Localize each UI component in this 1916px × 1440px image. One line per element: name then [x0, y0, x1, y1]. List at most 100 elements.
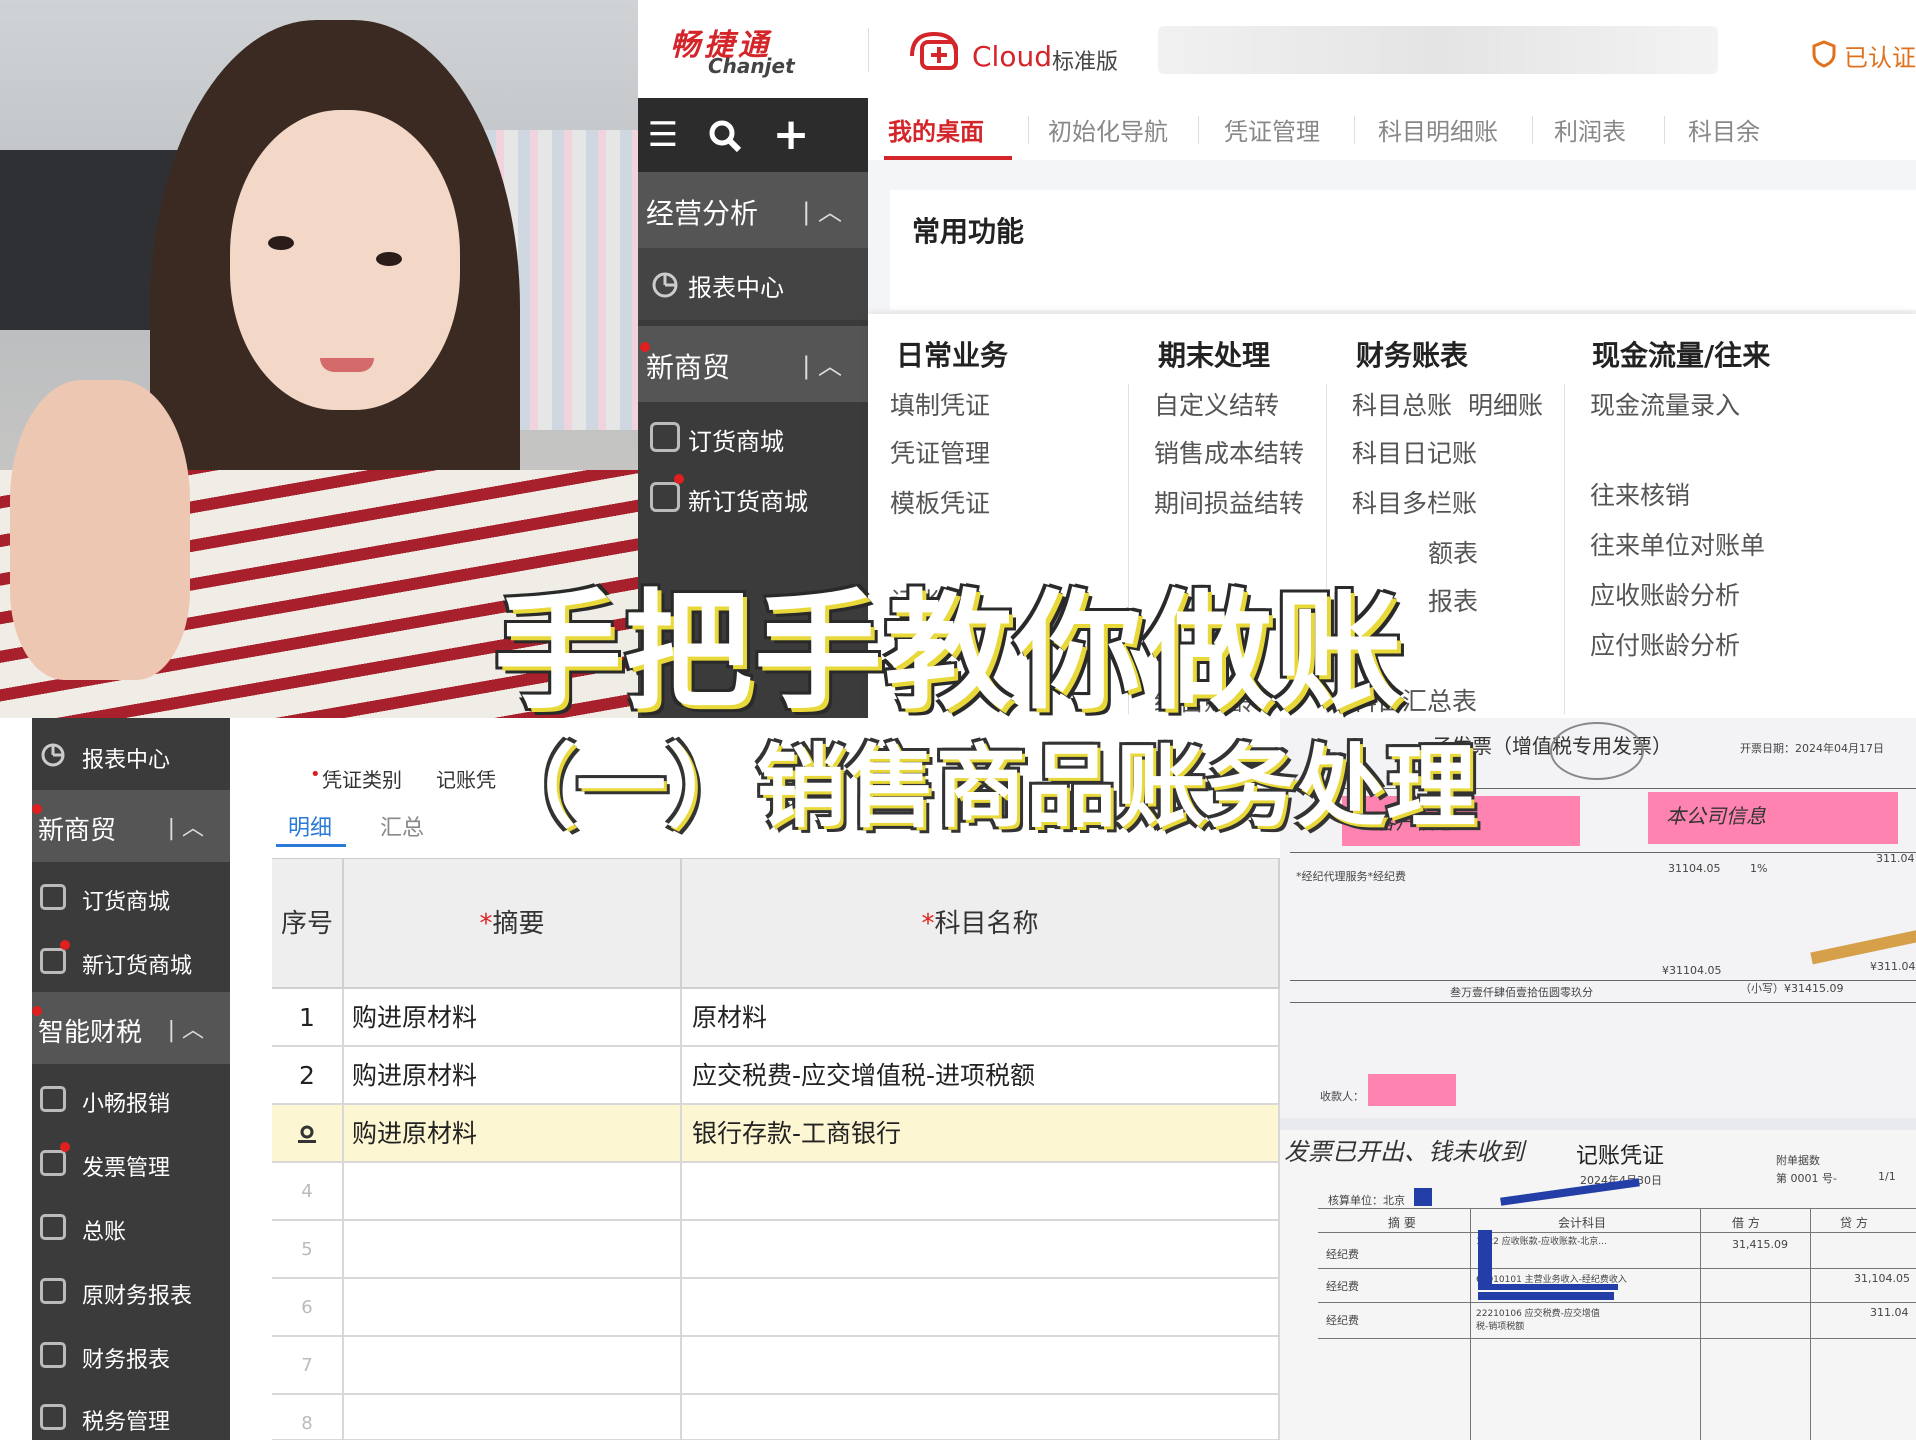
- column-header-summary: *摘要: [344, 859, 682, 989]
- accounting-voucher: 发票已开出、钱未收到 记账凭证 2024年4月30日 附单据数 第 0001 号…: [1280, 1130, 1916, 1440]
- brand-name-en: Chanjet: [708, 54, 795, 78]
- grid-icon: [40, 1086, 66, 1112]
- voucher-number: 第 0001 号-: [1776, 1172, 1837, 1185]
- sidebar-item-old-reports[interactable]: 原财务报表: [32, 1260, 230, 1324]
- section-label: 智能财税: [38, 1018, 143, 1048]
- sidebar-item-tax[interactable]: 税务管理: [32, 1386, 230, 1440]
- voucher-row-account: 1122 应收账款-应收账款-北京...: [1476, 1237, 1607, 1247]
- menu-item-journal[interactable]: 科目日记账: [1352, 434, 1477, 470]
- presenter-mouth: [320, 358, 374, 372]
- video-title: 手把手教你做账: [494, 578, 1405, 727]
- voucher-line: [1318, 1232, 1916, 1233]
- menu-column-title: 日常业务: [896, 339, 1009, 372]
- company-note: 本公司信息: [1666, 804, 1766, 828]
- menu-item-balance[interactable]: 额表: [1428, 534, 1478, 570]
- redaction-mark: [1478, 1284, 1618, 1290]
- account-cell[interactable]: [682, 1279, 1280, 1337]
- product-edition: 标准版: [1052, 50, 1119, 75]
- account-cell[interactable]: [682, 1337, 1280, 1395]
- account-cell[interactable]: [682, 1221, 1280, 1279]
- chevron-up-icon[interactable]: | ︿: [168, 810, 204, 842]
- row-number: 7: [272, 1337, 344, 1395]
- tab-my-desktop[interactable]: 我的桌面: [888, 112, 984, 147]
- menu-item-profit-loss-transfer[interactable]: 期间损益结转: [1154, 484, 1304, 520]
- chevron-up-icon[interactable]: | ︿: [168, 1012, 204, 1044]
- plus-icon[interactable]: +: [766, 112, 816, 158]
- section-new-commerce[interactable]: 新商贸 | ︿: [32, 790, 230, 862]
- menu-item-voucher-management[interactable]: 凭证管理: [890, 434, 990, 470]
- tab-summary[interactable]: 汇总: [380, 810, 424, 842]
- summary-cell[interactable]: 购进原材料: [344, 989, 682, 1047]
- summary-cell[interactable]: [344, 1221, 682, 1279]
- redaction-mark: [1500, 1178, 1640, 1206]
- voucher-row-summary: 经纪费: [1326, 1248, 1359, 1261]
- top-header: 畅捷通 Chanjet Cloud 标准版 已认证: [638, 0, 1916, 99]
- chevron-up-icon[interactable]: | ︿: [802, 192, 842, 227]
- summary-cell[interactable]: [344, 1337, 682, 1395]
- account-cell[interactable]: 银行存款-工商银行: [682, 1105, 1280, 1163]
- voucher-line: [1470, 1208, 1471, 1440]
- menu-item-report[interactable]: 报表: [1428, 582, 1478, 618]
- invoice-date: 开票日期：2024年04月17日: [1740, 742, 1884, 755]
- menu-item-detail-ledger[interactable]: 明细账: [1468, 386, 1543, 422]
- menu-item-payable-aging[interactable]: 应付账龄分析: [1590, 626, 1740, 662]
- sidebar-item-expense[interactable]: 小畅报销: [32, 1068, 230, 1132]
- menu-item-cost-transfer[interactable]: 销售成本结转: [1154, 434, 1304, 470]
- menu-item-statement[interactable]: 往来单位对账单: [1590, 526, 1765, 562]
- sidebar-item-label: 发票管理: [82, 1156, 171, 1181]
- sidebar-item-reports[interactable]: 财务报表: [32, 1324, 230, 1388]
- section-business-analysis[interactable]: 经营分析 | ︿: [638, 172, 868, 248]
- tab-subject-balance[interactable]: 科目余: [1688, 112, 1760, 147]
- tab-voucher-management[interactable]: 凭证管理: [1224, 112, 1320, 147]
- account-cell[interactable]: 应交税费-应交增值税-进项税额: [682, 1047, 1280, 1105]
- menu-item-fill-voucher[interactable]: 填制凭证: [890, 386, 990, 422]
- search-icon[interactable]: [700, 112, 750, 158]
- summary-cell[interactable]: [344, 1163, 682, 1221]
- tab-income-statement[interactable]: 利润表: [1554, 112, 1626, 147]
- sidebar-item-order-mall[interactable]: 订货商城: [32, 866, 230, 930]
- account-cell[interactable]: [682, 1395, 1280, 1440]
- menu-icon[interactable]: ☰: [638, 112, 688, 158]
- section-smart-tax[interactable]: 智能财税 | ︿: [32, 992, 230, 1064]
- summary-cell[interactable]: 购进原材料: [344, 1105, 682, 1163]
- menu-item-cashflow-entry[interactable]: 现金流量录入: [1590, 386, 1740, 422]
- tab-divider: [1354, 116, 1355, 144]
- sidebar-item-new-order-mall[interactable]: 新订货商城: [638, 462, 868, 534]
- tab-init-guide[interactable]: 初始化导航: [1048, 112, 1168, 147]
- tab-subject-ledger[interactable]: 科目明细账: [1378, 112, 1498, 147]
- invoice-line: [1290, 1002, 1916, 1003]
- sidebar-item-label: 总账: [82, 1220, 127, 1245]
- active-tab-indicator: [276, 844, 346, 847]
- sidebar-toolbar: ☰ +: [638, 98, 868, 172]
- sidebar-item-ledger[interactable]: 总账: [32, 1196, 230, 1260]
- common-functions-title: 常用功能: [912, 215, 1025, 248]
- row-marker-icon[interactable]: [272, 1105, 344, 1163]
- tplus-logo-icon: [910, 31, 958, 70]
- sidebar-item-report-center[interactable]: 报表中心: [32, 724, 230, 788]
- verified-badge[interactable]: 已认证: [1844, 38, 1916, 73]
- menu-item-template-voucher[interactable]: 模板凭证: [890, 484, 990, 520]
- menu-item-general-ledger[interactable]: 科目总账: [1352, 386, 1452, 422]
- grid-icon: [650, 422, 680, 452]
- menu-item-multi-column[interactable]: 科目多栏账: [1352, 484, 1477, 520]
- voucher-header: 借 方: [1732, 1216, 1760, 1230]
- summary-cell[interactable]: [344, 1395, 682, 1440]
- notification-dot: [674, 474, 684, 484]
- tab-detail[interactable]: 明细: [288, 810, 332, 842]
- bottom-sidebar: 报表中心 新商贸 | ︿ 订货商城 新订货商城 智能财税 | ︿ 小畅报销 发票…: [32, 718, 230, 1440]
- sidebar-item-report-center[interactable]: 报表中心: [638, 248, 868, 320]
- sidebar-item-invoice[interactable]: 发票管理: [32, 1132, 230, 1196]
- voucher-company: 核算单位：北京: [1328, 1194, 1405, 1207]
- menu-item-reconcile[interactable]: 往来核销: [1590, 476, 1690, 512]
- menu-item-receivable-aging[interactable]: 应收账龄分析: [1590, 576, 1740, 612]
- top-tabs: 我的桌面 初始化导航 凭证管理 科目明细账 利润表 科目余: [868, 98, 1916, 161]
- chevron-up-icon[interactable]: | ︿: [802, 346, 842, 381]
- sidebar-item-label: 财务报表: [82, 1348, 171, 1373]
- menu-item-custom-transfer[interactable]: 自定义结转: [1154, 386, 1279, 422]
- summary-cell[interactable]: 购进原材料: [344, 1047, 682, 1105]
- section-new-commerce[interactable]: 新商贸 | ︿: [638, 326, 868, 402]
- account-cell[interactable]: 原材料: [682, 989, 1280, 1047]
- summary-cell[interactable]: [344, 1279, 682, 1337]
- account-cell[interactable]: [682, 1163, 1280, 1221]
- sidebar-item-new-order-mall[interactable]: 新订货商城: [32, 930, 230, 994]
